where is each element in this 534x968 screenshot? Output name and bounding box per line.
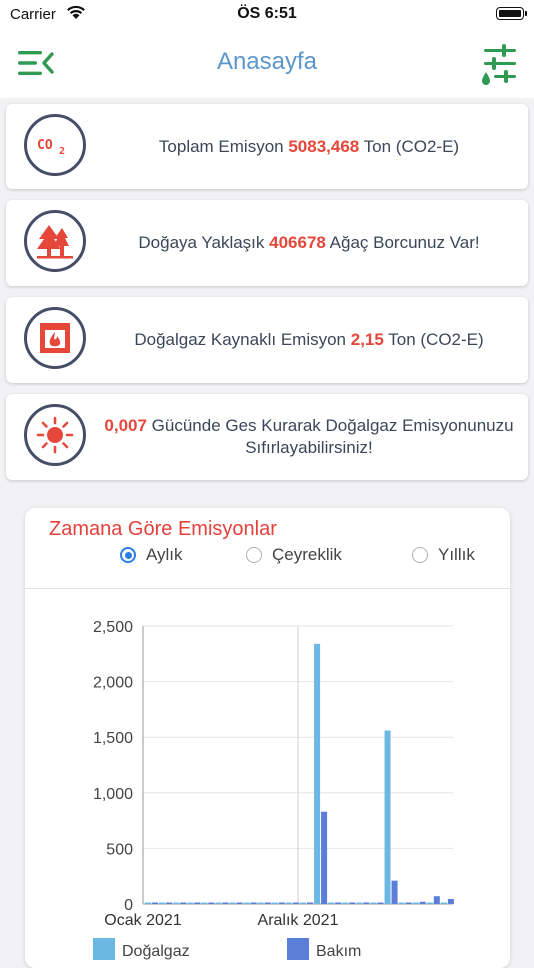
fireplace-icon xyxy=(24,307,86,369)
total-emission-text: Toplam Emisyon 5083,468 Ton (CO2-E) xyxy=(158,136,460,156)
bar-doğalgaz xyxy=(398,902,405,904)
bar-bakım xyxy=(166,902,173,904)
gas-emission-card: Doğalgaz Kaynaklı Emisyon 2,15 Ton (CO2-… xyxy=(6,297,528,383)
bar-doğalgaz xyxy=(300,902,306,904)
status-bar: Carrier ÖS 6:51 xyxy=(0,0,534,30)
svg-text:2: 2 xyxy=(59,146,65,156)
bar-bakım xyxy=(194,902,201,904)
total-emission-card: CO 2 Toplam Emisyon 5083,468 Ton (CO2-E) xyxy=(6,104,528,189)
bar-doğalgaz xyxy=(314,643,321,904)
bar-doğalgaz xyxy=(412,902,419,904)
bar-bakım xyxy=(433,896,440,904)
bar-doğalgaz xyxy=(384,730,391,904)
bar-doğalgaz xyxy=(356,902,363,904)
y-tick-label: 500 xyxy=(106,841,133,858)
bar-doğalgaz xyxy=(342,902,349,904)
bar-bakım xyxy=(208,902,215,904)
bar-doğalgaz xyxy=(159,902,166,904)
bar-doğalgaz xyxy=(173,902,180,904)
bar-bakım xyxy=(363,902,370,904)
bar-bakım xyxy=(152,902,158,904)
solar-text: 0,007 Gücünde Ges Kurarak Doğalgaz Emisy… xyxy=(104,416,514,457)
y-tick-label: 1,000 xyxy=(93,786,133,803)
bar-bakım xyxy=(236,902,243,904)
bar-doğalgaz xyxy=(187,902,194,904)
bar-bakım xyxy=(391,880,398,904)
bar-doğalgaz xyxy=(271,902,278,904)
filter-settings-icon[interactable] xyxy=(480,43,520,85)
clock: ÖS 6:51 xyxy=(237,5,297,22)
page-title: Anasayfa xyxy=(216,48,318,75)
legend-swatch xyxy=(287,938,309,960)
bar-bakım xyxy=(180,902,187,904)
bar-bakım xyxy=(377,902,384,904)
solar-card: 0,007 Gücünde Ges Kurarak Doğalgaz Emisy… xyxy=(6,394,528,480)
co2-icon: CO 2 xyxy=(24,114,86,176)
x-tick-label: Ocak 2021 xyxy=(104,912,181,929)
emission-bar-chart: 05001,0001,5002,0002,500Ocak 2021 Aralık … xyxy=(93,619,454,960)
x-tick-label: Aralık 2021 xyxy=(258,912,339,929)
tree-debt-text: Doğaya Yaklaşık 406678 Ağaç Borcunuz Var… xyxy=(138,233,480,252)
bar-doğalgaz xyxy=(285,902,292,904)
bar-doğalgaz xyxy=(215,902,222,904)
tree-debt-value: 406678 xyxy=(269,233,326,252)
y-tick-label: 1,500 xyxy=(93,730,133,747)
tree-icon xyxy=(24,210,86,272)
bar-bakım xyxy=(349,902,356,904)
bar-doğalgaz xyxy=(201,902,208,904)
gas-emission-text: Doğalgaz Kaynaklı Emisyon 2,15 Ton (CO2-… xyxy=(134,330,484,349)
total-emission-value: 5083,468 xyxy=(288,136,360,156)
bar-bakım xyxy=(278,902,285,904)
bar-bakım xyxy=(321,811,328,904)
bar-bakım xyxy=(264,902,271,904)
y-tick-label: 2,000 xyxy=(93,675,133,692)
bar-doğalgaz xyxy=(426,902,433,904)
battery-icon xyxy=(496,7,527,20)
bar-doğalgaz xyxy=(243,902,250,904)
navigation-bar: Anasayfa xyxy=(0,30,534,98)
svg-text:CO: CO xyxy=(37,138,53,153)
bar-doğalgaz xyxy=(145,902,151,904)
bar-bakım xyxy=(335,902,342,904)
bar-bakım xyxy=(307,902,313,904)
bar-doğalgaz xyxy=(370,902,377,904)
bar-bakım xyxy=(292,902,299,904)
legend-label: Doğalgaz xyxy=(122,943,190,960)
gas-emission-value: 2,15 xyxy=(350,330,384,349)
bar-doğalgaz xyxy=(328,902,335,904)
solar-power-value: 0,007 xyxy=(104,416,147,435)
bar-doğalgaz xyxy=(229,902,236,904)
bar-doğalgaz xyxy=(257,902,264,904)
bar-bakım xyxy=(250,902,257,904)
bar-bakım xyxy=(447,898,454,904)
tree-debt-card: Doğaya Yaklaşık 406678 Ağaç Borcunuz Var… xyxy=(6,200,528,286)
sun-icon xyxy=(24,404,86,466)
bar-bakım xyxy=(222,902,229,904)
legend-swatch xyxy=(93,938,115,960)
legend-label: Bakım xyxy=(316,943,361,960)
bar-doğalgaz xyxy=(440,902,447,904)
bar-bakım xyxy=(419,901,426,904)
y-tick-label: 2,500 xyxy=(93,619,133,636)
bar-bakım xyxy=(405,902,412,904)
emission-chart-card: Zamana Göre Emisyonlar Aylık Çeyreklik Y… xyxy=(25,508,510,968)
